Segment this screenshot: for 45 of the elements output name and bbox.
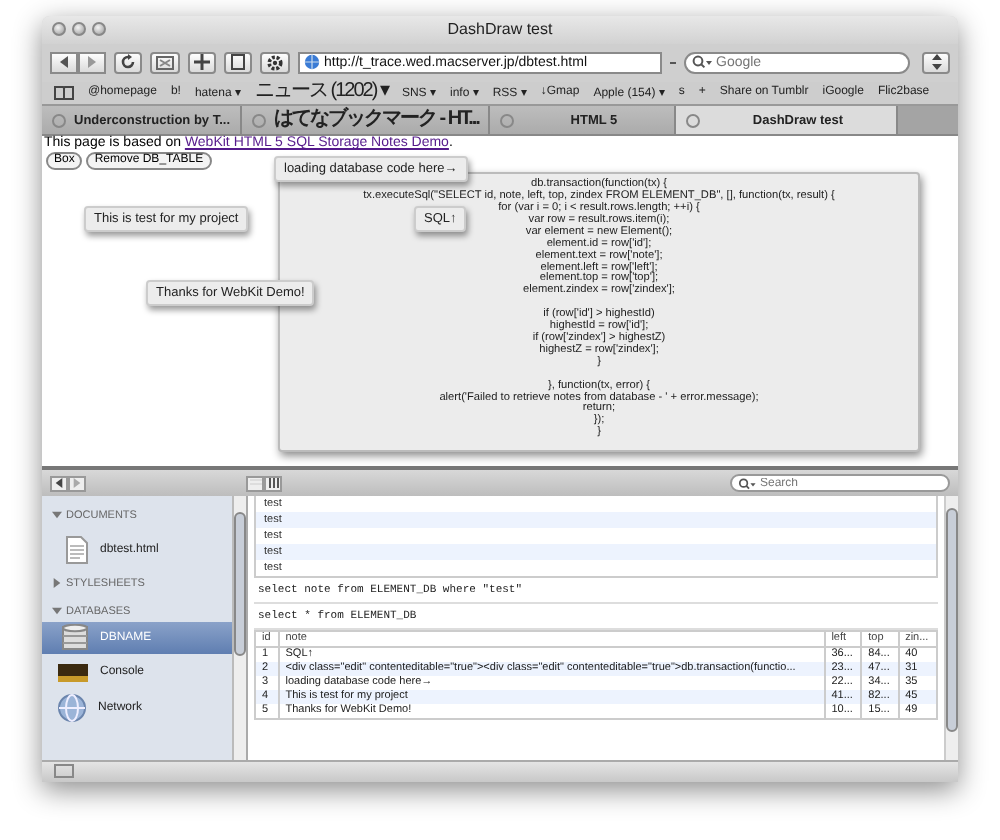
zoom-button[interactable] <box>92 22 106 37</box>
console-view-button[interactable] <box>264 475 282 492</box>
browser-tab[interactable]: はてなブックマーク - HT... <box>242 106 491 135</box>
page-button[interactable] <box>224 51 252 74</box>
disclosure-icon <box>52 578 62 589</box>
bookmark-menu-button[interactable] <box>922 51 950 74</box>
disclosure-icon <box>52 510 62 521</box>
left-arrow-icon <box>58 56 70 69</box>
console-toggle-icon[interactable] <box>54 764 74 779</box>
close-button[interactable] <box>52 22 66 37</box>
document-icon <box>66 536 88 565</box>
book-icon <box>54 85 74 100</box>
globe-icon <box>58 694 86 723</box>
plus-icon <box>194 54 210 71</box>
disclosure-icon <box>52 606 62 617</box>
bookmark-link[interactable]: ニュース (1202) ▾ <box>255 82 388 103</box>
close-icon[interactable] <box>52 113 66 128</box>
window-title: DashDraw test <box>445 20 555 39</box>
columns-icon <box>267 478 279 489</box>
right-arrow-icon <box>86 56 98 69</box>
scrollbar[interactable] <box>944 496 958 760</box>
search-icon <box>692 55 712 70</box>
gear-icon <box>266 53 284 72</box>
snapback-button[interactable] <box>150 51 180 74</box>
updown-arrow-icon <box>931 54 941 71</box>
back-button[interactable] <box>50 51 78 74</box>
close-icon[interactable] <box>252 113 267 128</box>
close-icon[interactable] <box>686 113 701 128</box>
minimize-button[interactable] <box>72 22 86 37</box>
back-button[interactable] <box>50 475 68 492</box>
scrollbar[interactable] <box>232 496 246 760</box>
database-icon <box>62 624 88 653</box>
page-icon <box>230 54 246 71</box>
left-arrow-icon <box>54 478 64 489</box>
close-icon[interactable] <box>500 113 515 128</box>
webclip-icon <box>156 55 174 70</box>
grid-icon <box>249 478 261 489</box>
search-icon <box>738 477 756 490</box>
settings-button[interactable] <box>260 51 290 74</box>
reload-button[interactable] <box>114 51 142 74</box>
right-arrow-icon <box>72 478 82 489</box>
globe-icon <box>304 54 320 71</box>
terminal-icon <box>58 663 88 682</box>
add-bookmark-button[interactable] <box>188 51 216 74</box>
reload-icon <box>120 54 136 71</box>
